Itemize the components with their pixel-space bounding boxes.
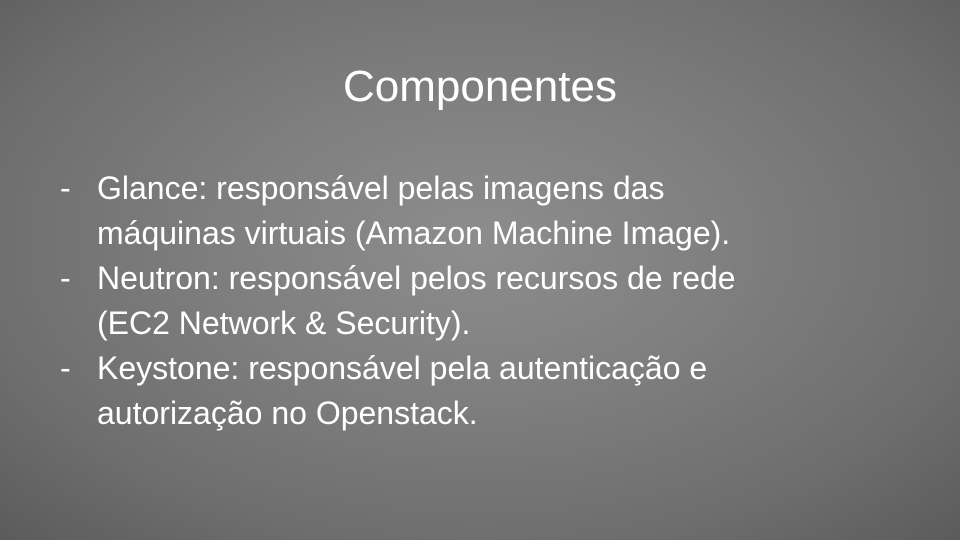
bullet-dash: - bbox=[60, 170, 71, 206]
bullet-item-neutron: - Neutron: responsável pelos recursos de… bbox=[60, 256, 920, 346]
bullet-dash: - bbox=[60, 350, 71, 386]
bullet-item-keystone: - Keystone: responsável pela autenticaçã… bbox=[60, 346, 920, 436]
bullet-item-glance: - Glance: responsável pelas imagens das … bbox=[60, 166, 920, 256]
bullet-text-line: máquinas virtuais (Amazon Machine Image)… bbox=[97, 215, 731, 251]
bullet-text-line: autorização no Openstack. bbox=[97, 395, 478, 431]
bullet-list: - Glance: responsável pelas imagens das … bbox=[60, 166, 920, 436]
bullet-dash: - bbox=[60, 260, 71, 296]
bullet-text-line: Keystone: responsável pela autenticação … bbox=[97, 350, 708, 386]
slide: Componentes - Glance: responsável pelas … bbox=[0, 0, 960, 540]
bullet-text-line: Neutron: responsável pelos recursos de r… bbox=[97, 260, 736, 296]
bullet-text-line: Glance: responsável pelas imagens das bbox=[97, 170, 665, 206]
slide-title: Componentes bbox=[343, 62, 617, 111]
bullet-text-line: (EC2 Network & Security). bbox=[97, 305, 471, 341]
